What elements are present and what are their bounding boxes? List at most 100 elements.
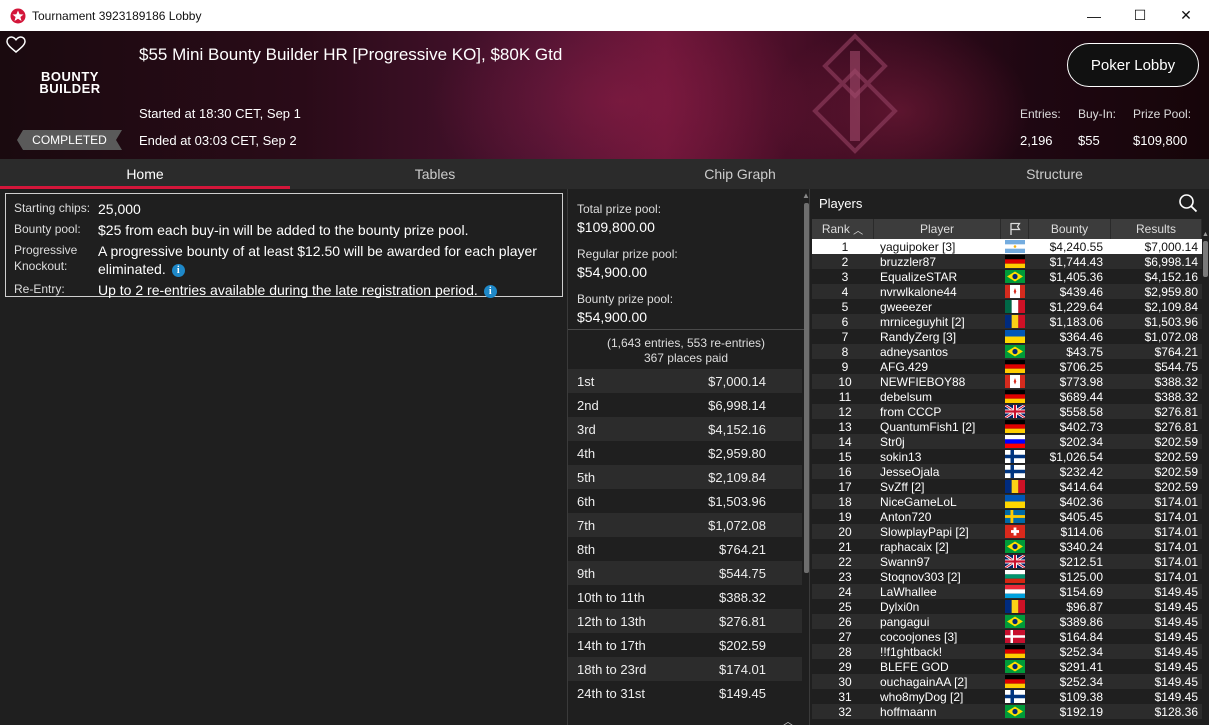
- player-bounty: $402.73: [1059, 419, 1103, 434]
- player-bounty: $43.75: [1066, 344, 1103, 359]
- scroll-up-arrow-icon[interactable]: ▲: [1202, 231, 1209, 238]
- close-button[interactable]: ✕: [1163, 0, 1209, 31]
- logo-line2: BUILDER: [39, 81, 101, 96]
- sort-ascending-icon: ︿: [853, 225, 864, 237]
- payout-amount: $7,000.14: [708, 373, 766, 389]
- player-row[interactable]: 11 debelsum $689.44 $388.32: [812, 389, 1202, 404]
- tab-tables[interactable]: Tables: [290, 159, 580, 189]
- player-row[interactable]: 7 RandyZerg [3] $364.46 $1,072.08: [812, 329, 1202, 344]
- player-name: JesseOjala: [880, 464, 940, 479]
- player-bounty: $340.24: [1059, 539, 1103, 554]
- payout-row: 4th $2,959.80: [568, 441, 802, 465]
- player-row[interactable]: 15 sokin13 $1,026.54 $202.59: [812, 449, 1202, 464]
- player-flag: [1001, 390, 1029, 403]
- player-row[interactable]: 14 Str0j $202.34 $202.59: [812, 434, 1202, 449]
- payout-place: 8th: [577, 541, 596, 557]
- player-name: from CCCP: [880, 404, 942, 419]
- player-flag: [1001, 480, 1029, 493]
- player-row[interactable]: 28 !!f1ghtback! $252.34 $149.45: [812, 644, 1202, 659]
- player-bounty: $1,026.54: [1049, 449, 1103, 464]
- player-name: SvZff [2]: [880, 479, 925, 494]
- player-result: $174.01: [1154, 524, 1198, 539]
- progressive-ko-label: Progressive Knockout:: [14, 243, 78, 273]
- player-row[interactable]: 26 pangagui $389.86 $149.45: [812, 614, 1202, 629]
- player-row[interactable]: 30 ouchagainAA [2] $252.34 $149.45: [812, 674, 1202, 689]
- player-row[interactable]: 1 yaguipoker [3] $4,240.55 $7,000.14: [812, 239, 1202, 254]
- chevron-up-icon[interactable]: ︿: [783, 713, 793, 725]
- player-name: !!f1ghtback!: [880, 644, 943, 659]
- divider: [568, 329, 804, 330]
- player-row[interactable]: 9 AFG.429 $706.25 $544.75: [812, 359, 1202, 374]
- player-row[interactable]: 10 NEWFIEBOY88 $773.98 $388.32: [812, 374, 1202, 389]
- player-row[interactable]: 2 bruzzler87 $1,744.43 $6,998.14: [812, 254, 1202, 269]
- player-result: $174.01: [1154, 539, 1198, 554]
- tab-chip-graph[interactable]: Chip Graph: [580, 159, 900, 189]
- player-name: gweeezer: [880, 299, 933, 314]
- bounty-column-header[interactable]: Bounty: [1029, 219, 1111, 239]
- info-icon[interactable]: i: [483, 284, 497, 298]
- player-row[interactable]: 24 LaWhallee $154.69 $149.45: [812, 584, 1202, 599]
- maximize-button[interactable]: ☐: [1117, 0, 1163, 31]
- window-title: Tournament 3923189186 Lobby: [32, 8, 202, 23]
- payout-amount: $764.21: [719, 541, 766, 557]
- player-row[interactable]: 6 mrniceguyhit [2] $1,183.06 $1,503.96: [812, 314, 1202, 329]
- payout-list[interactable]: 1st $7,000.14 2nd $6,998.14 3rd $4,152.16 4th $…: [568, 369, 802, 705]
- tab-structure[interactable]: Structure: [900, 159, 1209, 189]
- tab-home[interactable]: Home: [0, 159, 290, 189]
- player-row[interactable]: 8 adneysantos $43.75 $764.21: [812, 344, 1202, 359]
- payout-amount: $202.59: [719, 637, 766, 653]
- player-row[interactable]: 27 cocoojones [3] $164.84 $149.45: [812, 629, 1202, 644]
- player-flag: [1001, 345, 1029, 358]
- player-row[interactable]: 18 NiceGameLoL $402.36 $174.01: [812, 494, 1202, 509]
- player-name: raphacaix [2]: [880, 539, 949, 554]
- player-flag: [1001, 525, 1029, 538]
- player-row[interactable]: 21 raphacaix [2] $340.24 $174.01: [812, 539, 1202, 554]
- player-row[interactable]: 22 Swann97 $212.51 $174.01: [812, 554, 1202, 569]
- player-result: $202.59: [1154, 449, 1198, 464]
- favorite-heart-icon[interactable]: [6, 36, 26, 54]
- player-row[interactable]: 17 SvZff [2] $414.64 $202.59: [812, 479, 1202, 494]
- minimize-button[interactable]: —: [1071, 0, 1117, 31]
- player-row[interactable]: 20 SlowplayPapi [2] $114.06 $174.01: [812, 524, 1202, 539]
- player-row[interactable]: 23 Stoqnov303 [2] $125.00 $174.01: [812, 569, 1202, 584]
- player-row[interactable]: 19 Anton720 $405.45 $174.01: [812, 509, 1202, 524]
- player-row[interactable]: 32 hoffmaann $192.19 $128.36: [812, 704, 1202, 719]
- player-row[interactable]: 31 who8myDog [2] $109.38 $149.45: [812, 689, 1202, 704]
- player-flag: [1001, 315, 1029, 328]
- players-table-header: Rank ︿ Player Bounty Results: [812, 219, 1202, 239]
- player-row[interactable]: 12 from CCCP $558.58 $276.81: [812, 404, 1202, 419]
- player-result: $388.32: [1154, 389, 1198, 404]
- player-rank: 2: [841, 254, 849, 269]
- payout-place: 3rd: [577, 421, 596, 437]
- players-scrollbar-thumb[interactable]: [1203, 241, 1208, 277]
- player-row[interactable]: 5 gweeezer $1,229.64 $2,109.84: [812, 299, 1202, 314]
- player-name: sokin13: [880, 449, 922, 464]
- player-row[interactable]: 29 BLEFE GOD $291.41 $149.45: [812, 659, 1202, 674]
- player-row[interactable]: 16 JesseOjala $232.42 $202.59: [812, 464, 1202, 479]
- player-flag: [1001, 270, 1029, 283]
- rank-header-label: Rank: [821, 222, 850, 236]
- search-icon[interactable]: [1178, 193, 1198, 213]
- info-icon[interactable]: i: [171, 263, 185, 277]
- payout-row: 10th to 11th $388.32: [568, 585, 802, 609]
- player-column-header[interactable]: Player: [874, 219, 1001, 239]
- player-row[interactable]: 13 QuantumFish1 [2] $402.73 $276.81: [812, 419, 1202, 434]
- progressive-ko-value: A progressive bounty of at least $12.50 …: [98, 242, 554, 278]
- entries-value: 2,196: [1020, 133, 1053, 148]
- rank-column-header[interactable]: Rank ︿: [812, 219, 874, 239]
- player-row[interactable]: 3 EqualizeSTAR $1,405.36 $4,152.16: [812, 269, 1202, 284]
- flag-column-header[interactable]: [1001, 219, 1029, 239]
- bounty-prize-pool: Bounty prize pool: $54,900.00: [577, 292, 673, 325]
- player-row[interactable]: 25 Dylxi0n $96.87 $149.45: [812, 599, 1202, 614]
- player-name: ouchagainAA [2]: [880, 674, 968, 689]
- results-column-header[interactable]: Results: [1111, 219, 1202, 239]
- player-rank: 1: [841, 239, 849, 254]
- prize-panel: Total prize pool: $109,800.00 Regular pr…: [567, 189, 810, 725]
- germany-flag-icon: [1005, 675, 1025, 688]
- reentry-text: Up to 2 re-entries available during the …: [98, 282, 478, 298]
- player-row[interactable]: 4 nvrwlkalone44 $439.46 $2,959.80: [812, 284, 1202, 299]
- player-name: LaWhallee: [880, 584, 937, 599]
- poker-lobby-button[interactable]: Poker Lobby: [1067, 43, 1199, 87]
- player-bounty: $1,229.64: [1049, 299, 1103, 314]
- player-rank: 10: [838, 374, 852, 389]
